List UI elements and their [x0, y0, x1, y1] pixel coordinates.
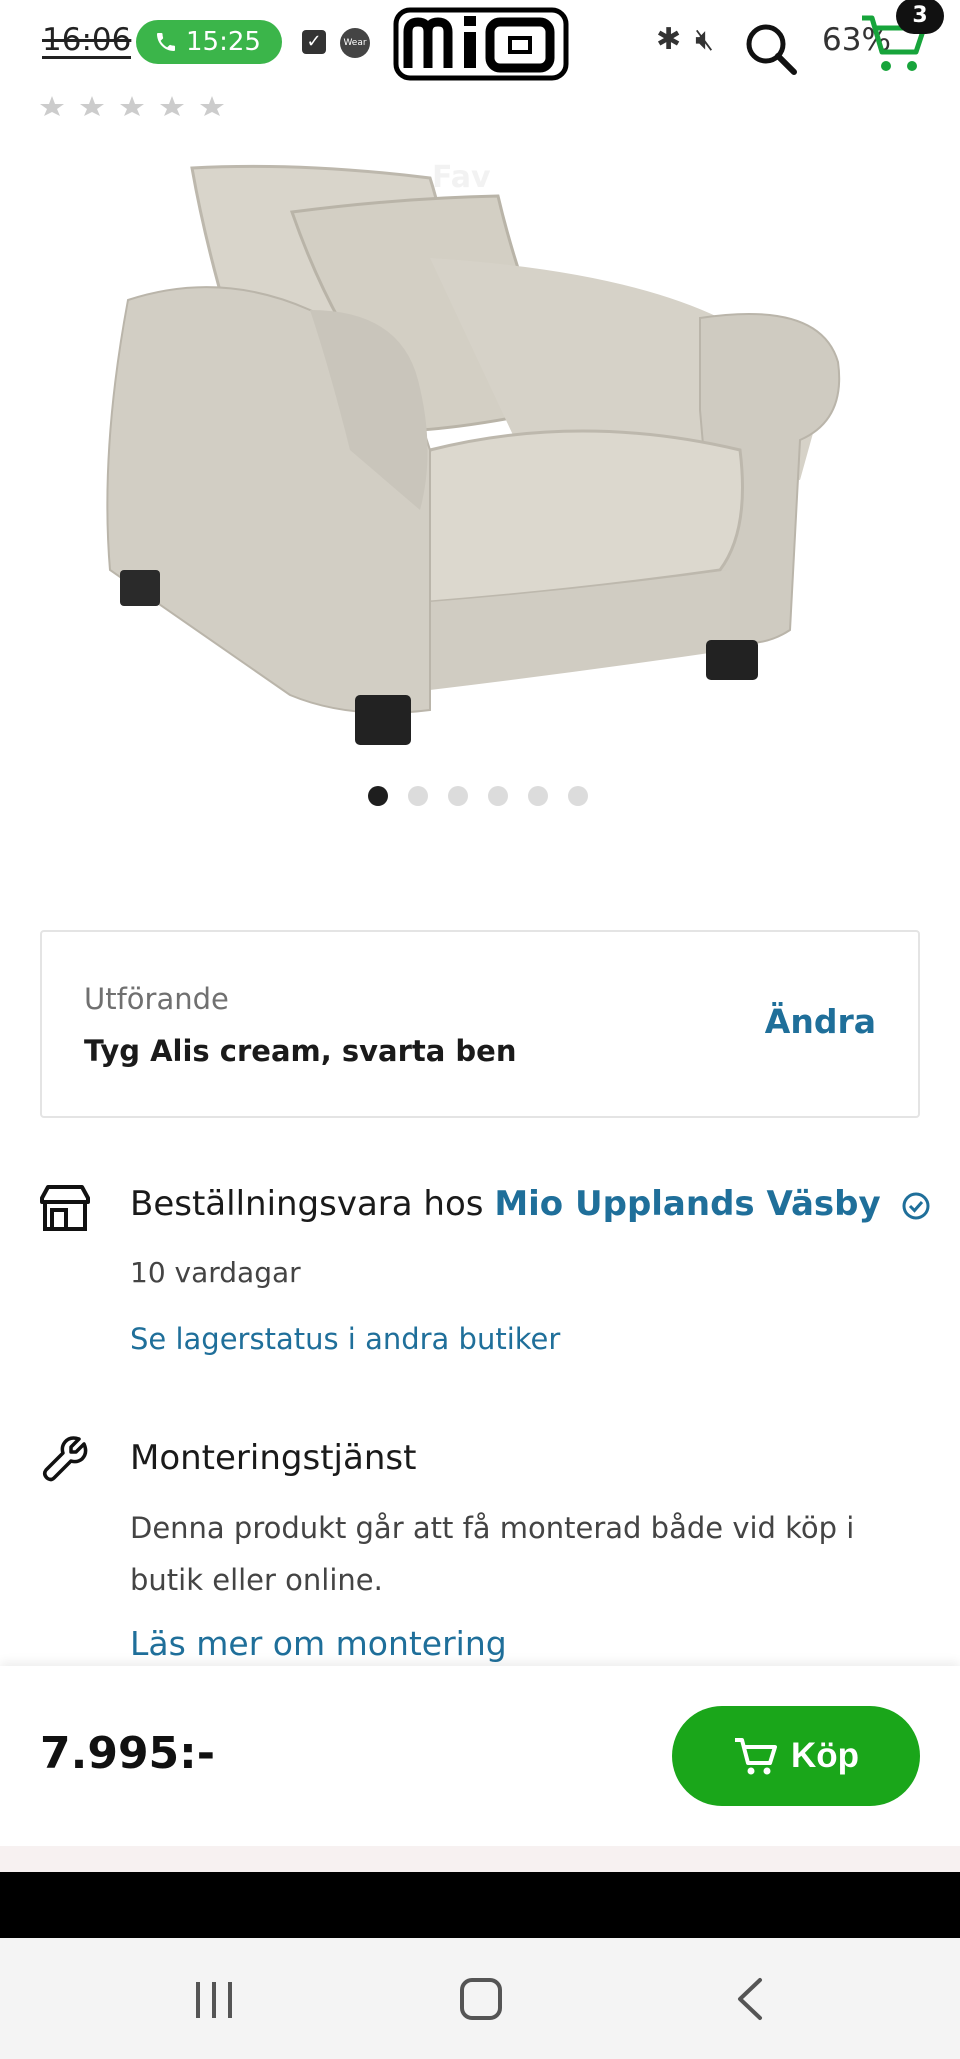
status-bar: 16:06 15:25 ✓ Wear ✱ 🔇︎ 63% 3: [0, 0, 960, 88]
delivery-time: 10 vardagar: [130, 1256, 301, 1289]
image-overlay-text: Fav: [432, 160, 491, 195]
availability-prefix: Beställningsvara hos: [130, 1184, 484, 1224]
carousel-dot-active[interactable]: [368, 786, 388, 806]
recents-icon[interactable]: [192, 1980, 236, 2020]
verified-check-icon: [902, 1192, 930, 1219]
assembly-info-link[interactable]: Läs mer om montering: [130, 1624, 507, 1663]
product-price: 7.995:-: [40, 1728, 216, 1779]
rating-stars: [40, 96, 340, 116]
wear-notification-icon: Wear: [340, 28, 370, 58]
store-name-link[interactable]: Mio Upplands Väsby: [494, 1184, 880, 1224]
product-image-armchair[interactable]: [100, 150, 860, 750]
buy-button[interactable]: Köp: [672, 1706, 920, 1806]
back-icon[interactable]: [734, 1976, 766, 2022]
system-navigation-bar: [0, 1938, 960, 2059]
checkbox-notification-icon: ✓: [302, 30, 326, 54]
call-duration: 15:25: [186, 27, 261, 57]
system-icons: ✱ 🔇︎: [656, 22, 714, 57]
assembly-title: Monteringstjänst: [130, 1438, 417, 1478]
black-band: [0, 1872, 960, 1938]
carousel-dot[interactable]: [528, 786, 548, 806]
variant-label: Utförande: [84, 982, 229, 1016]
cart-count-badge: 3: [896, 0, 944, 34]
change-variant-link[interactable]: Ändra: [765, 1002, 876, 1041]
availability-line: Beställningsvara hos Mio Upplands Väsby: [130, 1184, 931, 1224]
variant-selector-card[interactable]: Utförande Tyg Alis cream, svarta ben Änd…: [40, 930, 920, 1118]
buy-button-label: Köp: [790, 1736, 860, 1775]
assembly-description: Denna produkt går att få monterad både v…: [130, 1511, 855, 1597]
wrench-icon: [42, 1436, 88, 1482]
mute-icon: 🔇︎: [695, 22, 715, 57]
store-icon: [40, 1185, 90, 1231]
phone-icon: [157, 33, 175, 51]
carousel-dot[interactable]: [488, 786, 508, 806]
carousel-dot[interactable]: [448, 786, 468, 806]
bluetooth-icon: ✱: [656, 22, 682, 57]
image-carousel-dots[interactable]: [368, 786, 588, 806]
status-time: 16:06: [42, 22, 132, 59]
variant-value: Tyg Alis cream, svarta ben: [84, 1034, 517, 1068]
cart-icon: [734, 1738, 777, 1775]
divider-strip: [0, 1846, 960, 1872]
stock-status-link[interactable]: Se lagerstatus i andra butiker: [130, 1322, 560, 1356]
carousel-dot[interactable]: [408, 786, 428, 806]
search-icon[interactable]: [740, 18, 800, 78]
ongoing-call-pill[interactable]: 15:25: [136, 20, 282, 64]
mio-logo[interactable]: [392, 4, 570, 84]
buy-bar: 7.995:- Köp: [0, 1666, 960, 1846]
carousel-dot[interactable]: [568, 786, 588, 806]
home-icon[interactable]: [460, 1978, 502, 2020]
